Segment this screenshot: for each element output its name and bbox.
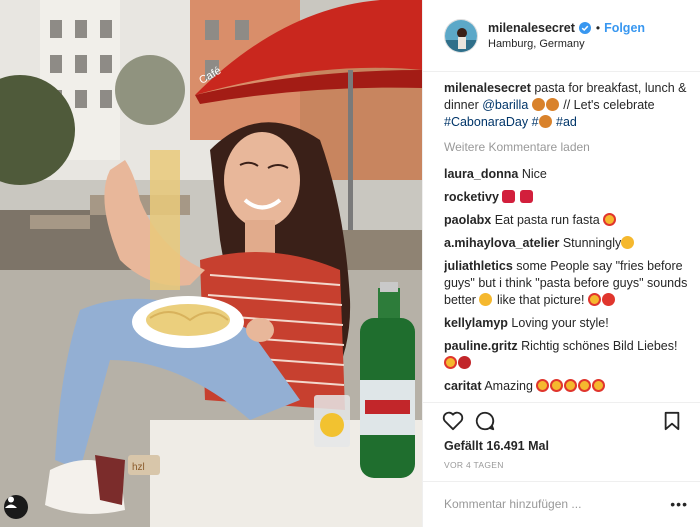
red-heart-emoji-icon xyxy=(601,293,615,306)
heart-eyes-emoji-icon xyxy=(592,379,606,392)
comment-item: a.mihaylova_atelier Stunningly xyxy=(444,235,688,252)
comment-item: caritat Amazing xyxy=(444,378,688,395)
heart-eyes-emoji-icon xyxy=(564,379,578,392)
post-timestamp[interactable]: VOR 4 TAGEN xyxy=(444,460,504,470)
comment-text: Eat pasta run fasta xyxy=(494,213,600,227)
comment-text: Stunningly xyxy=(562,236,622,250)
caption-text-2: // Let's celebrate xyxy=(563,98,655,112)
heart-icon[interactable] xyxy=(439,407,467,435)
add-comment-bar: ••• xyxy=(423,481,700,525)
bookmark-icon[interactable] xyxy=(658,407,686,435)
separator-dot: • xyxy=(595,21,601,35)
post-location[interactable]: Hamburg, Germany xyxy=(488,38,645,50)
heart-emoji-icon xyxy=(502,190,516,203)
comment-text: Loving your style! xyxy=(511,316,609,330)
tag-user-icon[interactable] xyxy=(4,495,28,519)
caption-username[interactable]: milenalesecret xyxy=(444,81,531,95)
post-author-username[interactable]: milenalesecret xyxy=(488,21,575,35)
avatar[interactable] xyxy=(444,18,478,53)
kiss-lips-emoji-icon xyxy=(458,356,471,369)
comment-username[interactable]: caritat xyxy=(444,379,482,393)
comment-username[interactable]: pauline.gritz xyxy=(444,339,518,353)
comment-username[interactable]: a.mihaylova_atelier xyxy=(444,236,559,250)
comment-item: rocketivy xyxy=(444,189,688,206)
post-photo[interactable]: Café hzl xyxy=(0,0,422,527)
likes-count[interactable]: Gefällt 16.491 Mal xyxy=(444,439,549,453)
comment-icon[interactable] xyxy=(471,407,499,435)
heart-eyes-emoji-icon xyxy=(603,213,617,226)
pasta-emoji-icon xyxy=(531,98,545,111)
heart-eyes-emoji-icon xyxy=(550,379,564,392)
comment-username[interactable]: laura_donna xyxy=(444,167,518,181)
pasta-emoji-icon xyxy=(538,115,552,128)
mention-link[interactable]: @barilla xyxy=(482,98,528,112)
post-header: milenalesecret • Folgen Hamburg, Germany xyxy=(423,0,700,72)
comment-item: kellylamyp Loving your style! xyxy=(444,315,688,332)
post-side-panel: milenalesecret • Folgen Hamburg, Germany… xyxy=(422,0,700,527)
heart-eyes-emoji-icon xyxy=(587,293,601,306)
comment-text: Richtig schönes Bild Liebes! xyxy=(521,339,678,353)
comment-username[interactable]: kellylamyp xyxy=(444,316,508,330)
follow-button[interactable]: Folgen xyxy=(604,21,645,35)
heart-eyes-emoji-icon xyxy=(578,379,592,392)
pasta-emoji-icon xyxy=(545,98,559,111)
comment-text-2: like that picture! xyxy=(496,293,585,307)
comment-username[interactable]: rocketivy xyxy=(444,190,499,204)
verified-badge-icon xyxy=(578,22,591,34)
comment-username[interactable]: juliathletics xyxy=(444,259,513,273)
heart-eyes-emoji-icon xyxy=(444,356,457,369)
svg-text:hzl: hzl xyxy=(132,462,145,473)
comment-item: juliathletics some People say "fries bef… xyxy=(444,258,688,309)
comment-item: pauline.gritz Richtig schönes Bild Liebe… xyxy=(444,338,688,372)
comment-username[interactable]: paolabx xyxy=(444,213,491,227)
post-caption: milenalesecret pasta for breakfast, lunc… xyxy=(444,80,688,131)
hashtag-link[interactable]: #CabonaraDay xyxy=(444,115,528,129)
heart-emoji-icon xyxy=(519,190,533,203)
more-options-icon[interactable]: ••• xyxy=(670,496,688,512)
post-actions: Gefällt 16.491 Mal VOR 4 TAGEN ••• xyxy=(423,402,700,522)
grin-emoji-icon xyxy=(479,293,493,306)
load-more-comments-link[interactable]: Weitere Kommentare laden xyxy=(444,139,688,156)
ok-hand-emoji-icon xyxy=(621,236,635,249)
comment-text: Amazing xyxy=(484,379,533,393)
comment-item: paolabx Eat pasta run fasta xyxy=(444,212,688,229)
comment-item: laura_donna Nice xyxy=(444,166,688,183)
add-comment-input[interactable] xyxy=(444,496,671,511)
comment-text: Nice xyxy=(521,167,547,181)
heart-eyes-emoji-icon xyxy=(536,379,550,392)
hashtag-link[interactable]: # xyxy=(532,115,539,129)
comments-list[interactable]: milenalesecret pasta for breakfast, lunc… xyxy=(444,80,688,398)
hashtag-link[interactable]: #ad xyxy=(556,115,577,129)
photo-scene: Café hzl xyxy=(0,0,422,527)
